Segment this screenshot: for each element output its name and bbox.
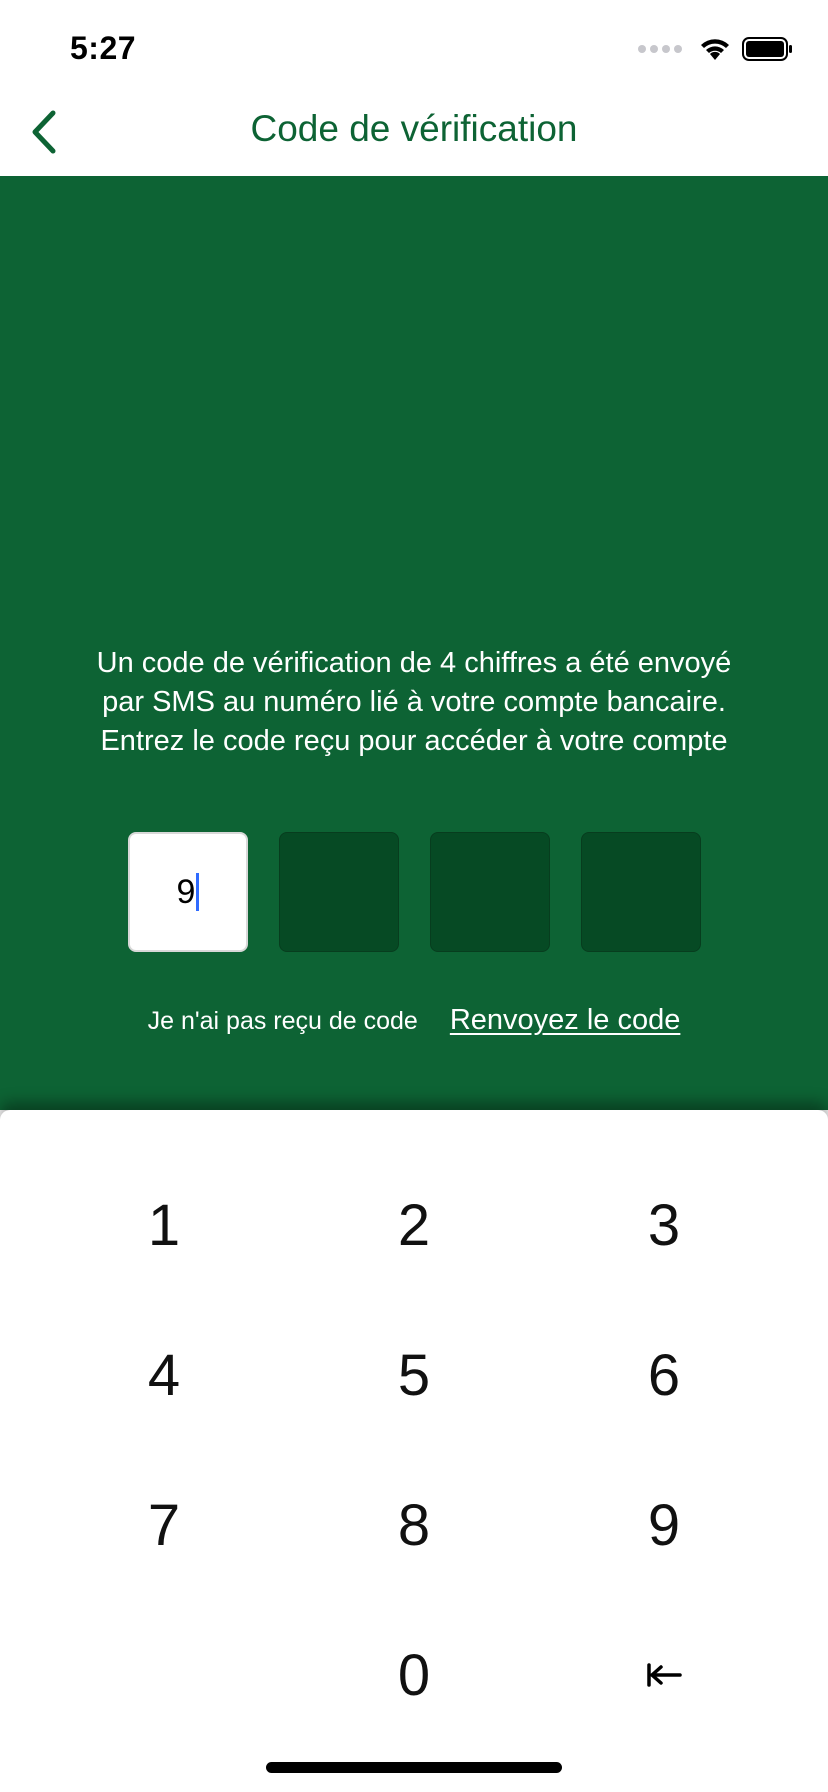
- status-bar: 5:27: [0, 0, 828, 88]
- navigation-bar: Code de vérification: [0, 88, 828, 176]
- code-digit-3[interactable]: [430, 832, 550, 952]
- page-title: Code de vérification: [250, 108, 578, 149]
- status-icons: [638, 36, 794, 62]
- key-5[interactable]: 5: [314, 1320, 514, 1430]
- key-9[interactable]: 9: [564, 1470, 764, 1580]
- instructions-line-3: Entrez le code reçu pour accéder à votre…: [100, 725, 728, 757]
- text-cursor: [196, 873, 200, 911]
- wifi-icon: [701, 39, 729, 60]
- code-digit-2[interactable]: [279, 832, 399, 952]
- code-input-group: 9: [128, 832, 701, 952]
- key-7[interactable]: 7: [64, 1470, 264, 1580]
- verification-panel: Un code de vérification de 4 chiffres a …: [0, 176, 828, 1110]
- backspace-arrow-icon: [647, 1663, 682, 1687]
- resend-prompt: Je n'ai pas reçu de code: [147, 1007, 418, 1035]
- backspace-key[interactable]: [564, 1620, 764, 1730]
- instructions-line-1: Un code de vérification de 4 chiffres a …: [96, 647, 732, 679]
- key-4[interactable]: 4: [64, 1320, 264, 1430]
- key-1[interactable]: 1: [64, 1170, 264, 1280]
- resend-row: Je n'ai pas reçu de code Renvoyez le cod…: [0, 1004, 828, 1037]
- key-0[interactable]: 0: [314, 1620, 514, 1730]
- key-2[interactable]: 2: [314, 1170, 514, 1280]
- numeric-keypad: 1 2 3 4 5 6 7 8 9 0: [0, 1110, 828, 1792]
- key-6[interactable]: 6: [564, 1320, 764, 1430]
- key-3[interactable]: 3: [564, 1170, 764, 1280]
- key-8[interactable]: 8: [314, 1470, 514, 1580]
- resend-code-link[interactable]: Renvoyez le code: [450, 1004, 681, 1037]
- cellular-signal-icon: [638, 45, 682, 53]
- code-digit-1-value: 9: [176, 872, 196, 911]
- home-indicator[interactable]: [266, 1762, 562, 1773]
- status-time: 5:27: [70, 30, 137, 66]
- code-digit-4[interactable]: [581, 832, 701, 952]
- battery-icon: [742, 37, 792, 61]
- instructions-line-2: par SMS au numéro lié à votre compte ban…: [102, 686, 726, 718]
- instructions-text: Un code de vérification de 4 chiffres a …: [40, 644, 788, 761]
- code-digit-1[interactable]: 9: [128, 832, 248, 952]
